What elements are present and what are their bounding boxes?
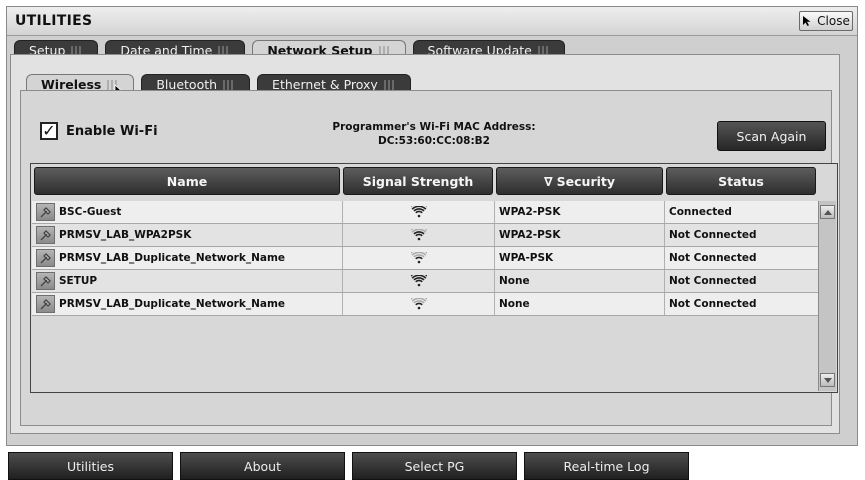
checkmark-icon: ✓ — [42, 121, 56, 140]
cell-name: PRMSV_LAB_Duplicate_Network_Name — [32, 247, 343, 269]
column-header-status[interactable]: Status — [666, 167, 816, 195]
cell-status: Connected — [669, 206, 732, 218]
cell-name: PRMSV_LAB_WPA2PSK — [32, 224, 343, 246]
network-item-icon — [36, 249, 55, 267]
column-header-security[interactable]: ∇ Security — [496, 167, 663, 195]
cell-name: BSC-Guest — [32, 201, 343, 223]
wifi-signal-icon — [410, 206, 427, 218]
cell-name: PRMSV_LAB_Duplicate_Network_Name — [32, 293, 343, 315]
nav-real-time-log-button[interactable]: Real-time Log — [524, 452, 689, 480]
wifi-signal-icon — [410, 275, 427, 287]
table-row[interactable]: BSC-Guest WPA2-PSK Connected — [32, 201, 818, 224]
enable-wifi-row: ✓ Enable Wi-Fi — [40, 122, 158, 140]
cell-status: Not Connected — [669, 252, 757, 264]
column-header-status-label: Status — [718, 173, 764, 189]
cell-signal — [343, 201, 495, 223]
network-name: SETUP — [59, 275, 98, 287]
table-row[interactable]: PRMSV_LAB_Duplicate_Network_Name WPA-PSK N… — [32, 247, 818, 270]
table-row[interactable]: SETUP None Not Connected — [32, 270, 818, 293]
network-item-icon — [36, 272, 55, 290]
cell-signal — [343, 224, 495, 246]
grip-icon — [223, 79, 236, 90]
scroll-up-button[interactable] — [820, 205, 835, 219]
window-title: UTILITIES — [15, 13, 93, 29]
mac-address-label: Programmer's Wi-Fi MAC Address: — [332, 121, 536, 133]
mac-address-value: DC:53:60:CC:08:B2 — [378, 135, 490, 147]
cell-security: WPA2-PSK — [495, 224, 665, 246]
network-name: PRMSV_LAB_WPA2PSK — [59, 229, 192, 241]
cell-name: SETUP — [32, 270, 343, 292]
column-header-name-label: Name — [166, 173, 208, 189]
nav-utilities-button[interactable]: Utilities — [8, 452, 173, 480]
table-scrollbar[interactable] — [818, 201, 836, 391]
cell-signal — [343, 247, 495, 269]
network-item-icon — [36, 295, 55, 313]
scroll-down-button[interactable] — [820, 373, 835, 387]
enable-wifi-checkbox[interactable]: ✓ — [40, 122, 58, 140]
network-table: Name Signal Strength ∇ Security Status B… — [30, 163, 838, 393]
cell-status: Not Connected — [669, 275, 757, 287]
close-button[interactable]: Close — [799, 11, 853, 31]
nav-select-pg-button[interactable]: Select PG — [352, 452, 517, 480]
mac-address-block: Programmer's Wi-Fi MAC Address: DC:53:60… — [328, 120, 540, 148]
cell-status: Not Connected — [669, 229, 757, 241]
sort-descending-icon: ∇ — [543, 173, 553, 189]
close-label: Close — [817, 14, 850, 28]
cell-signal — [343, 270, 495, 292]
cell-status: Not Connected — [669, 298, 757, 310]
wifi-signal-icon — [410, 252, 427, 264]
grip-icon — [383, 79, 396, 90]
table-row[interactable]: PRMSV_LAB_WPA2PSK WPA2-PSK Not Connected — [32, 224, 818, 247]
column-header-security-label: Security — [556, 173, 616, 189]
scroll-up-arrow-icon — [823, 209, 832, 215]
cursor-arrow-icon — [803, 16, 811, 26]
network-item-icon — [36, 226, 55, 244]
scan-again-button[interactable]: Scan Again — [717, 121, 826, 151]
network-item-icon — [36, 203, 55, 221]
column-header-signal-label: Signal Strength — [362, 173, 474, 189]
column-header-name[interactable]: Name — [34, 167, 340, 195]
wifi-signal-icon — [410, 229, 427, 241]
cell-security: None — [495, 293, 665, 315]
enable-wifi-label: Enable Wi-Fi — [66, 123, 158, 139]
table-body: BSC-Guest WPA2-PSK Connected PRMSV_LAB_WPA2… — [32, 201, 818, 316]
network-name: PRMSV_LAB_Duplicate_Network_Name — [59, 298, 286, 310]
bottom-navigation: Utilities About Select PG Real-time Log — [0, 452, 865, 480]
network-name: BSC-Guest — [59, 206, 122, 218]
nav-about-button[interactable]: About — [180, 452, 345, 480]
cell-security: WPA2-PSK — [495, 201, 665, 223]
cell-security: None — [495, 270, 665, 292]
network-name: PRMSV_LAB_Duplicate_Network_Name — [59, 252, 286, 264]
scroll-down-arrow-icon — [823, 377, 832, 383]
cell-signal — [343, 293, 495, 315]
column-header-signal[interactable]: Signal Strength — [343, 167, 493, 195]
wifi-signal-icon — [410, 298, 427, 310]
table-row[interactable]: PRMSV_LAB_Duplicate_Network_Name None Not … — [32, 293, 818, 316]
table-header: Name Signal Strength ∇ Security Status — [31, 164, 837, 198]
title-bar: UTILITIES Close — [7, 7, 857, 36]
cell-security: WPA-PSK — [495, 247, 665, 269]
